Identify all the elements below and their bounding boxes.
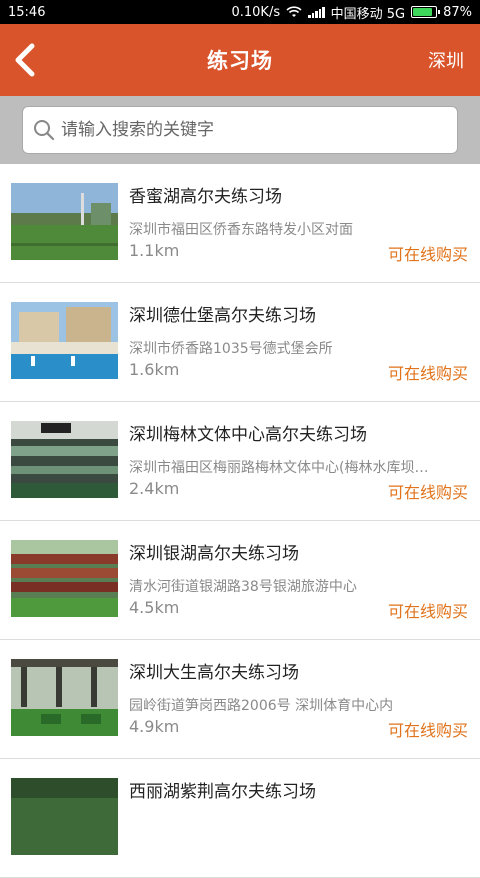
signal-icon [308, 6, 325, 18]
venue-thumbnail [11, 778, 118, 855]
nav-bar: 练习场 深圳 [0, 24, 480, 96]
search-area [0, 96, 480, 164]
venue-name: 西丽湖紫荆高尔夫练习场 [129, 782, 316, 802]
venue-thumbnail [11, 540, 118, 617]
search-input[interactable] [61, 120, 447, 140]
search-icon [34, 120, 55, 141]
venue-address: 园岭街道笋岗西路2006号 深圳体育中心内 [129, 698, 394, 714]
battery-icon [411, 6, 441, 18]
venue-thumbnail [11, 421, 118, 498]
venue-address: 深圳市福田区梅丽路梅林文体中心(梅林水库坝… [129, 460, 429, 476]
wifi-icon [286, 6, 302, 17]
carrier-label: 中国移动 5G [330, 6, 406, 22]
search-box[interactable] [22, 106, 458, 154]
list-item[interactable]: 深圳德仕堡高尔夫练习场 深圳市侨香路1035号德式堡会所 1.6km 可在线购买 [0, 283, 480, 402]
venue-thumbnail [11, 183, 118, 260]
list-item[interactable]: 香蜜湖高尔夫练习场 深圳市福田区侨香东路特发小区对面 1.1km 可在线购买 [0, 164, 480, 283]
buy-online-label[interactable]: 可在线购买 [388, 598, 468, 622]
back-arrow-icon[interactable] [10, 42, 40, 78]
venue-name: 深圳银湖高尔夫练习场 [129, 544, 299, 564]
venue-distance: 4.9km [129, 717, 180, 736]
venue-name: 深圳梅林文体中心高尔夫练习场 [129, 425, 367, 445]
list-item[interactable]: 深圳梅林文体中心高尔夫练习场 深圳市福田区梅丽路梅林文体中心(梅林水库坝… 2.… [0, 402, 480, 521]
venue-thumbnail [11, 659, 118, 736]
venue-list: 香蜜湖高尔夫练习场 深圳市福田区侨香东路特发小区对面 1.1km 可在线购买 深… [0, 164, 480, 878]
network-speed: 0.10K/s [231, 4, 281, 20]
list-item[interactable]: 深圳大生高尔夫练习场 园岭街道笋岗西路2006号 深圳体育中心内 4.9km 可… [0, 640, 480, 759]
venue-address: 深圳市侨香路1035号德式堡会所 [129, 341, 333, 357]
status-time: 15:46 [8, 4, 46, 20]
venue-name: 深圳德仕堡高尔夫练习场 [129, 306, 316, 326]
venue-thumbnail [11, 302, 118, 379]
list-item[interactable]: 深圳银湖高尔夫练习场 清水河街道银湖路38号银湖旅游中心 4.5km 可在线购买 [0, 521, 480, 640]
venue-distance: 1.6km [129, 360, 180, 379]
venue-address: 深圳市福田区侨香东路特发小区对面 [129, 222, 353, 238]
venue-name: 深圳大生高尔夫练习场 [129, 663, 299, 683]
page-title: 练习场 [207, 49, 273, 73]
venue-distance: 4.5km [129, 598, 180, 617]
buy-online-label[interactable]: 可在线购买 [388, 479, 468, 503]
buy-online-label[interactable]: 可在线购买 [388, 360, 468, 384]
venue-name: 香蜜湖高尔夫练习场 [129, 187, 282, 207]
venue-distance: 1.1km [129, 241, 180, 260]
list-item[interactable]: 西丽湖紫荆高尔夫练习场 [0, 759, 480, 878]
venue-distance: 2.4km [129, 479, 180, 498]
status-bar: 15:46 0.10K/s 中国移动 5G 87% [0, 0, 480, 24]
city-selector[interactable]: 深圳 [428, 24, 464, 96]
battery-percent: 87% [443, 4, 472, 20]
venue-address: 清水河街道银湖路38号银湖旅游中心 [129, 579, 357, 595]
buy-online-label[interactable]: 可在线购买 [388, 241, 468, 265]
buy-online-label[interactable]: 可在线购买 [388, 717, 468, 741]
